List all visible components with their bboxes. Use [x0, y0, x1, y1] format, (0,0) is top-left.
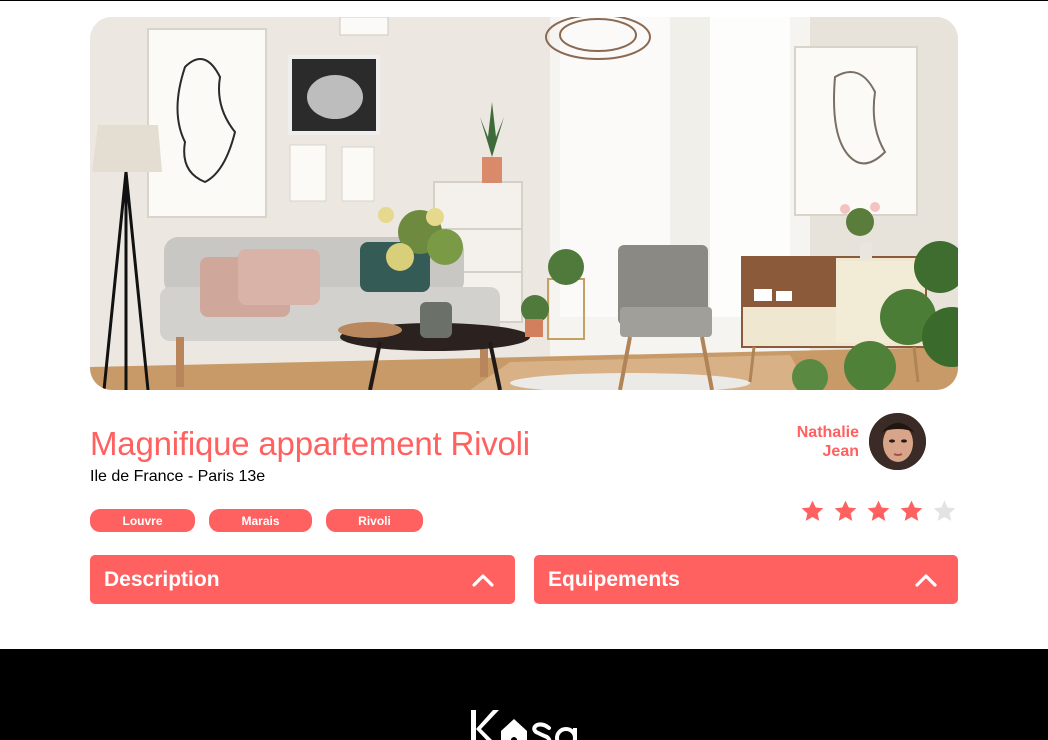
- listing-photo: [90, 17, 958, 390]
- tag-list: Louvre Marais Rivoli: [90, 509, 423, 532]
- listing-location: Ile de France - Paris 13e: [90, 468, 266, 485]
- chevron-up-icon[interactable]: [914, 572, 938, 588]
- kasa-logo[interactable]: [469, 706, 581, 740]
- description-collapse[interactable]: Description: [90, 555, 515, 604]
- star-filled-icon: [834, 500, 857, 521]
- star-empty-icon: [933, 500, 956, 521]
- chevron-up-icon[interactable]: [471, 572, 495, 588]
- rating-stars: [800, 499, 957, 524]
- star-filled-icon: [801, 500, 824, 521]
- host-last-name: Jean: [822, 442, 859, 460]
- tag: Rivoli: [326, 509, 423, 532]
- host-name: Nathalie Jean: [779, 423, 859, 461]
- host-card: Nathalie Jean: [779, 413, 926, 470]
- top-border: [0, 0, 1048, 1]
- host-avatar: [869, 413, 926, 470]
- host-first-name: Nathalie: [796, 423, 859, 441]
- listing-title: Magnifique appartement Rivoli: [90, 425, 530, 462]
- equipements-collapse-label: Equipements: [548, 567, 680, 591]
- footer: [0, 649, 1048, 740]
- tag: Marais: [209, 509, 312, 532]
- description-collapse-label: Description: [104, 567, 220, 591]
- star-filled-icon: [900, 500, 923, 521]
- tag: Louvre: [90, 509, 195, 532]
- equipements-collapse[interactable]: Equipements: [534, 555, 958, 604]
- star-filled-icon: [867, 500, 890, 521]
